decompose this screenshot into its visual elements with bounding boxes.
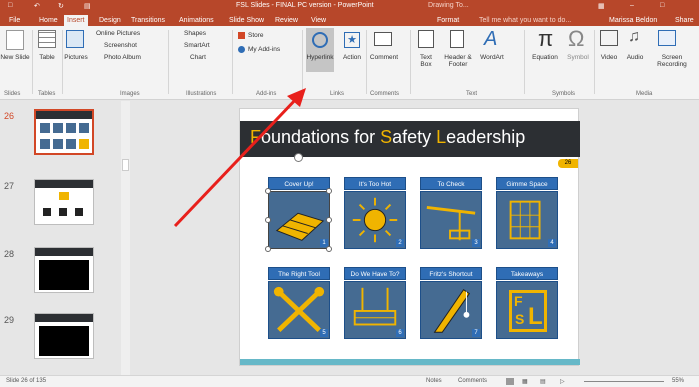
notes-button[interactable]: Notes — [426, 378, 442, 384]
normal-view-icon[interactable] — [506, 378, 514, 385]
zoom-slider[interactable] — [584, 381, 664, 382]
zoom-level[interactable]: 55% — [672, 378, 684, 384]
status-bar: Slide 26 of 135 Notes Comments ▦ ▤ ▷ 55% — [0, 375, 699, 387]
slideshow-view-icon[interactable]: ▷ — [560, 378, 565, 385]
comments-button[interactable]: Comments — [458, 378, 487, 384]
reading-view-icon[interactable]: ▤ — [540, 378, 546, 385]
red-arrow-annotation — [173, 88, 306, 228]
slide-count: Slide 26 of 135 — [6, 378, 47, 384]
slide-sorter-view-icon[interactable]: ▦ — [522, 378, 528, 385]
